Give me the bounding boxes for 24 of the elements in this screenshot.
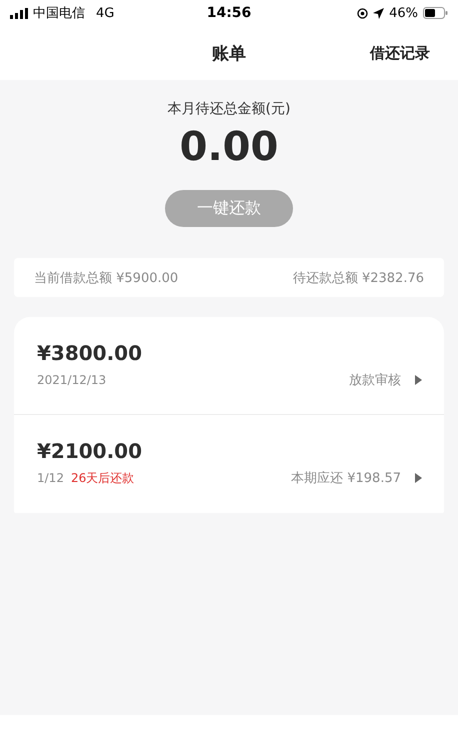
signal-icon <box>10 8 28 18</box>
loan-amount: ¥3800.00 <box>37 341 142 365</box>
loan-amount: ¥2100.00 <box>37 439 142 463</box>
summary-label: 本月待还总金额(元) <box>168 100 290 118</box>
loan-row[interactable]: ¥3800.00 2021/12/13 放款审核 <box>14 317 444 415</box>
loan-status: 放款审核 <box>349 372 401 389</box>
loan-row[interactable]: ¥2100.00 1/12 26天后还款 本期应还 ¥198.57 <box>14 415 444 513</box>
due-notice: 26天后还款 <box>70 470 134 486</box>
history-link[interactable]: 借还记录 <box>370 44 430 62</box>
summary-amount: 0.00 <box>180 124 278 170</box>
loan-detail: 2021/12/13 <box>37 373 106 387</box>
battery-percent: 46% <box>389 6 418 20</box>
clock-time: 14:56 <box>206 5 252 21</box>
carrier-name: 中国电信 <box>33 5 85 22</box>
location-icon <box>373 8 384 18</box>
battery-icon <box>423 7 448 19</box>
page-title: 账单 <box>212 42 246 64</box>
loan-status: 本期应还 ¥198.57 <box>291 470 401 487</box>
chevron-icon <box>415 375 422 385</box>
total-text: 待还款总额 ¥2382.76 <box>292 270 424 286</box>
chevron-icon <box>415 473 422 483</box>
total-text: 当前借款总额 ¥5900.00 <box>34 270 178 286</box>
network-type: 4G <box>96 6 114 20</box>
loan-detail: 1/12 <box>37 471 64 485</box>
